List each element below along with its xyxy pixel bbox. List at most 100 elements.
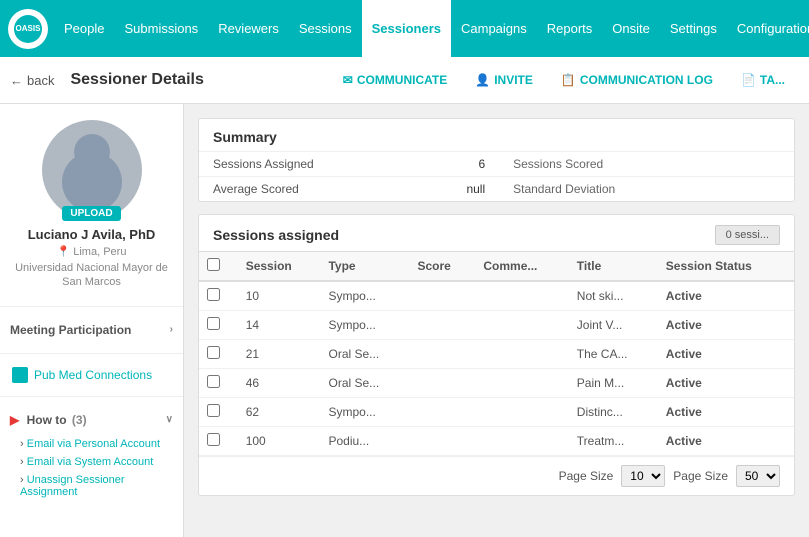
- table-row: 10 Sympo... Not ski... Active: [199, 281, 794, 311]
- nav-item-settings[interactable]: Settings: [660, 0, 727, 57]
- summary-table: Sessions Assigned 6 Sessions Scored Aver…: [199, 151, 794, 201]
- pagination-row: Page Size 10 Page Size 50: [199, 456, 794, 495]
- sessions-scored-value: [742, 152, 794, 177]
- sidebar-section-howto[interactable]: ▶ How to (3) ∨: [0, 405, 183, 435]
- row-3-checkbox[interactable]: [207, 346, 220, 359]
- back-button[interactable]: ← back: [10, 73, 54, 88]
- table-row: 14 Sympo... Joint V... Active: [199, 311, 794, 340]
- row-6-status: Active: [658, 427, 794, 456]
- row-1-type: Sympo...: [320, 281, 409, 311]
- howto-count: (3): [72, 413, 87, 427]
- col-checkbox: [199, 252, 238, 282]
- email-personal-label: Email via Personal Account: [27, 438, 160, 450]
- col-type: Type: [320, 252, 409, 282]
- row-2-checkbox[interactable]: [207, 317, 220, 330]
- page-size-select-2[interactable]: 50: [736, 465, 780, 487]
- table-row: 21 Oral Se... The CA... Active: [199, 340, 794, 369]
- sub-header: ← back Sessioner Details ✉ COMMUNICATE 👤…: [0, 57, 809, 104]
- row-4-checkbox[interactable]: [207, 375, 220, 388]
- sidebar-link-pubmed[interactable]: Pub Med Connections: [0, 362, 183, 388]
- sessions-count-button[interactable]: 0 sessi...: [715, 225, 780, 245]
- row-2-score: [409, 311, 475, 340]
- user-location: 📍 Lima, Peru: [57, 245, 127, 258]
- location-icon: 📍: [57, 245, 71, 258]
- row-5-title: Distinc...: [569, 398, 658, 427]
- howto-icon: ▶: [10, 413, 19, 427]
- upload-badge[interactable]: UPLOAD: [62, 206, 120, 221]
- chevron-down-icon: ∨: [166, 414, 173, 425]
- std-deviation-value: [742, 177, 794, 202]
- pubmed-label: Pub Med Connections: [34, 368, 152, 382]
- row-6-title: Treatm...: [569, 427, 658, 456]
- row-4-session: 46: [238, 369, 321, 398]
- row-1-check: [199, 281, 238, 311]
- content-area: Summary Sessions Assigned 6 Sessions Sco…: [184, 104, 809, 537]
- avatar: [42, 120, 142, 220]
- row-5-type: Sympo...: [320, 398, 409, 427]
- summary-row-1: Sessions Assigned 6 Sessions Scored: [199, 152, 794, 177]
- page-size-select-1[interactable]: 10: [621, 465, 665, 487]
- sessions-title: Sessions assigned: [213, 227, 339, 243]
- nav-item-campaigns[interactable]: Campaigns: [451, 0, 537, 57]
- sidebar-sublink-email-system[interactable]: › Email via System Account: [0, 453, 183, 471]
- row-5-checkbox[interactable]: [207, 404, 220, 417]
- row-6-check: [199, 427, 238, 456]
- col-status: Session Status: [658, 252, 794, 282]
- back-arrow-icon: ←: [10, 73, 23, 88]
- sidebar-section-meeting-participation[interactable]: Meeting Participation ›: [0, 315, 183, 345]
- row-6-comment: [475, 427, 568, 456]
- row-2-type: Sympo...: [320, 311, 409, 340]
- arrow-right-icon2: ›: [20, 456, 24, 468]
- tab-label: TA...: [760, 73, 785, 87]
- email-system-label: Email via System Account: [27, 456, 154, 468]
- communicate-button[interactable]: ✉ COMMUNICATE: [329, 67, 462, 93]
- logo[interactable]: OASIS: [8, 9, 48, 49]
- main-layout: UPLOAD Luciano J Avila, PhD 📍 Lima, Peru…: [0, 104, 809, 537]
- sessions-scored-label: Sessions Scored: [499, 152, 742, 177]
- nav-item-reviewers[interactable]: Reviewers: [208, 0, 289, 57]
- envelope-icon: ✉: [343, 73, 353, 87]
- communication-log-label: COMMUNICATION LOG: [580, 73, 713, 87]
- invite-label: INVITE: [494, 73, 533, 87]
- row-4-title: Pain M...: [569, 369, 658, 398]
- row-5-session: 62: [238, 398, 321, 427]
- row-4-score: [409, 369, 475, 398]
- nav-item-configuration[interactable]: Configuration: [727, 0, 809, 57]
- logo-inner: OASIS: [14, 15, 42, 43]
- person-icon: 👤: [475, 73, 490, 87]
- row-6-checkbox[interactable]: [207, 433, 220, 446]
- row-2-status: Active: [658, 311, 794, 340]
- communication-log-button[interactable]: 📋 COMMUNICATION LOG: [547, 67, 727, 93]
- howto-label-container: ▶ How to (3): [10, 413, 87, 427]
- user-name: Luciano J Avila, PhD: [28, 227, 156, 242]
- row-4-status: Active: [658, 369, 794, 398]
- invite-button[interactable]: 👤 INVITE: [461, 67, 547, 93]
- location-text: Lima, Peru: [73, 246, 126, 258]
- col-score: Score: [409, 252, 475, 282]
- nav-item-reports[interactable]: Reports: [537, 0, 603, 57]
- sessions-table-head: Session Type Score Comme... Title Sessio…: [199, 252, 794, 282]
- avatar-area: UPLOAD Luciano J Avila, PhD 📍 Lima, Peru…: [0, 104, 183, 298]
- row-1-checkbox[interactable]: [207, 288, 220, 301]
- tab-button[interactable]: 📄 TA...: [727, 67, 799, 93]
- select-all-checkbox[interactable]: [207, 258, 220, 271]
- row-2-comment: [475, 311, 568, 340]
- row-6-session: 100: [238, 427, 321, 456]
- row-5-check: [199, 398, 238, 427]
- sessions-card: Sessions assigned 0 sessi... Session Typ…: [198, 214, 795, 496]
- nav-item-onsite[interactable]: Onsite: [602, 0, 660, 57]
- nav-item-submissions[interactable]: Submissions: [114, 0, 208, 57]
- sidebar-sublink-unassign[interactable]: › Unassign Sessioner Assignment: [0, 471, 183, 501]
- sessions-header-row: Session Type Score Comme... Title Sessio…: [199, 252, 794, 282]
- std-deviation-label: Standard Deviation: [499, 177, 742, 202]
- nav-item-sessioners[interactable]: Sessioners: [362, 0, 451, 57]
- nav-item-people[interactable]: People: [54, 0, 114, 57]
- sessions-table: Session Type Score Comme... Title Sessio…: [199, 251, 794, 456]
- sidebar-sublink-email-personal[interactable]: › Email via Personal Account: [0, 435, 183, 453]
- avatar-body: [62, 152, 122, 212]
- row-4-type: Oral Se...: [320, 369, 409, 398]
- log-icon: 📋: [561, 73, 576, 87]
- row-2-title: Joint V...: [569, 311, 658, 340]
- nav-item-sessions[interactable]: Sessions: [289, 0, 362, 57]
- logo-text: OASIS: [16, 24, 41, 33]
